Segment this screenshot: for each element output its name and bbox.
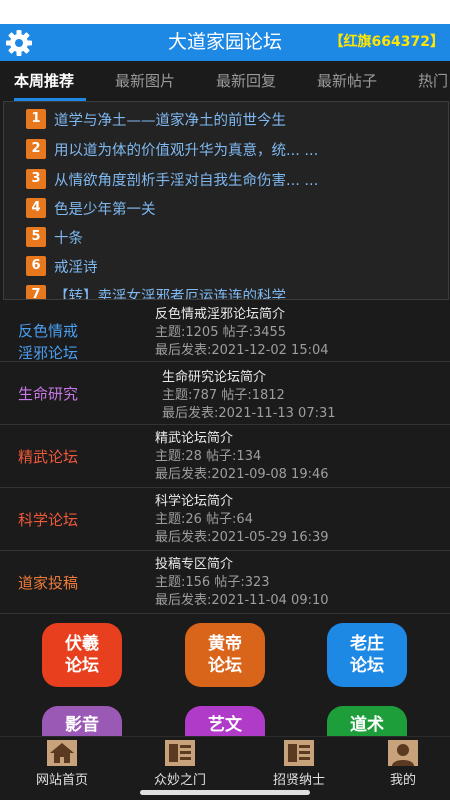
list-item[interactable]: 4 色是少年第一关 <box>26 194 446 222</box>
forum-intro: 精武论坛简介 <box>155 431 234 446</box>
status-bar <box>0 0 450 24</box>
list-item[interactable]: 1 道学与净土——道家净土的前世今生 <box>26 105 446 133</box>
grid-label: 伏羲 <box>65 634 99 654</box>
forum-last-post: 最后发表:2021-11-04 09:10 <box>155 593 329 608</box>
grid-label: 影音 <box>65 715 99 735</box>
forum-row[interactable]: 反色情戒 淫邪论坛 反色情戒淫邪论坛简介 主题:1205 帖子:3455 最后发… <box>0 300 450 362</box>
tab-latest-replies[interactable]: 最新回复 <box>216 61 276 101</box>
forum-stats: 主题:156 帖子:323 <box>155 575 270 590</box>
rank-badge: 5 <box>26 227 46 247</box>
grid-label: 黄帝 <box>208 634 242 654</box>
forum-intro: 投稿专区简介 <box>155 557 234 572</box>
app-bar: 大道家园论坛 【红旗664372】 <box>0 24 450 61</box>
rank-badge: 3 <box>26 169 46 189</box>
forum-name[interactable]: 科学论坛 <box>18 509 78 531</box>
laozhuang-forum-button[interactable]: 老庄 论坛 <box>327 623 407 687</box>
rank-badge: 6 <box>26 256 46 276</box>
forum-name[interactable]: 反色情戒 淫邪论坛 <box>18 320 78 364</box>
forum-info: 科学论坛简介 主题:26 帖子:64 最后发表:2021-05-29 16:39 <box>155 493 329 547</box>
forum-info: 精武论坛简介 主题:28 帖子:134 最后发表:2021-09-08 19:4… <box>155 430 329 484</box>
nav-label: 我的 <box>389 773 416 788</box>
nav-home[interactable]: 网站首页 <box>17 739 107 791</box>
rank-badge: 2 <box>26 139 46 159</box>
bottom-nav: 网站首页 众妙之门 招贤纳士 我的 <box>0 736 450 790</box>
home-indicator <box>140 790 310 795</box>
forum-intro: 反色情戒淫邪论坛简介 <box>155 307 286 322</box>
forum-last-post: 最后发表:2021-11-13 07:31 <box>162 406 336 421</box>
forum-last-post: 最后发表:2021-12-02 15:04 <box>155 343 329 358</box>
forum-row[interactable]: 道家投稿 投稿专区简介 主题:156 帖子:323 最后发表:2021-11-0… <box>0 552 450 614</box>
grid-label: 艺文 <box>208 715 242 735</box>
grid-label: 论坛 <box>65 656 99 676</box>
forum-name-line: 反色情戒 <box>18 322 79 340</box>
forum-row[interactable]: 生命研究 生命研究论坛简介 主题:787 帖子:1812 最后发表:2021-1… <box>0 363 450 425</box>
rank-badge: 1 <box>26 109 46 129</box>
rank-badge: 4 <box>26 198 46 218</box>
hot-post-list: 1 道学与净土——道家净土的前世今生 2 用以道为体的价值观升华为真意，统...… <box>3 101 449 300</box>
list-item[interactable]: 6 戒淫诗 <box>26 252 446 280</box>
grid-label: 论坛 <box>350 656 384 676</box>
forum-intro: 科学论坛简介 <box>155 494 234 509</box>
forum-stats: 主题:787 帖子:1812 <box>162 388 285 403</box>
forum-row[interactable]: 精武论坛 精武论坛简介 主题:28 帖子:134 最后发表:2021-09-08… <box>0 426 450 488</box>
list-item[interactable]: 2 用以道为体的价值观升华为真意，统... ... <box>26 135 446 163</box>
grid-label: 老庄 <box>350 634 384 654</box>
forum-stats: 主题:26 帖子:64 <box>155 512 253 527</box>
post-title[interactable]: 用以道为体的价值观升华为真意，统... ... <box>54 139 318 160</box>
list-item[interactable]: 7 【转】卖淫女淫邪者厄运连连的科学... ... <box>26 281 446 300</box>
grid-label: 道术 <box>350 715 384 735</box>
forum-last-post: 最后发表:2021-09-08 19:46 <box>155 467 329 482</box>
huangdi-forum-button[interactable]: 黄帝 论坛 <box>185 623 265 687</box>
home-icon <box>47 740 77 766</box>
tab-hot[interactable]: 热门 <box>418 61 448 101</box>
forum-last-post: 最后发表:2021-05-29 16:39 <box>155 530 329 545</box>
post-title[interactable]: 从情欲角度剖析手淫对自我生命伤害... ... <box>54 169 318 190</box>
post-title[interactable]: 道学与净土——道家净土的前世今生 <box>54 109 286 130</box>
forum-info: 生命研究论坛简介 主题:787 帖子:1812 最后发表:2021-11-13 … <box>162 369 336 423</box>
user-badge[interactable]: 【红旗664372】 <box>330 24 444 61</box>
forum-row[interactable]: 科学论坛 科学论坛简介 主题:26 帖子:64 最后发表:2021-05-29 … <box>0 489 450 551</box>
grid-label: 论坛 <box>208 656 242 676</box>
fuxi-forum-button[interactable]: 伏羲 论坛 <box>42 623 122 687</box>
forum-info: 反色情戒淫邪论坛简介 主题:1205 帖子:3455 最后发表:2021-12-… <box>155 306 329 360</box>
forum-stats: 主题:1205 帖子:3455 <box>155 325 287 340</box>
tab-weekly-recommend[interactable]: 本周推荐 <box>14 61 74 101</box>
nav-label: 网站首页 <box>35 773 88 788</box>
post-title[interactable]: 色是少年第一关 <box>54 198 156 219</box>
tab-bar: 本周推荐 最新图片 最新回复 最新帖子 热门 <box>0 61 450 101</box>
tab-latest-images[interactable]: 最新图片 <box>115 61 175 101</box>
document-icon <box>165 740 195 766</box>
forum-intro: 生命研究论坛简介 <box>162 370 267 385</box>
nav-zhaoxian[interactable]: 招贤纳士 <box>254 739 344 791</box>
nav-mine[interactable]: 我的 <box>358 739 448 791</box>
post-title[interactable]: 【转】卖淫女淫邪者厄运连连的科学... ... <box>54 285 318 300</box>
forum-name[interactable]: 生命研究 <box>18 383 78 405</box>
forum-stats: 主题:28 帖子:134 <box>155 449 262 464</box>
nav-label: 众妙之门 <box>153 773 206 788</box>
document-icon <box>284 740 314 766</box>
forum-name-line: 淫邪论坛 <box>18 344 79 362</box>
post-title[interactable]: 十条 <box>54 227 83 248</box>
forum-name[interactable]: 道家投稿 <box>18 572 78 594</box>
nav-zhongmiao[interactable]: 众妙之门 <box>135 739 225 791</box>
forum-name[interactable]: 精武论坛 <box>18 446 78 468</box>
person-icon <box>388 740 418 766</box>
forum-info: 投稿专区简介 主题:156 帖子:323 最后发表:2021-11-04 09:… <box>155 556 329 610</box>
list-item[interactable]: 3 从情欲角度剖析手淫对自我生命伤害... ... <box>26 165 446 193</box>
list-item[interactable]: 5 十条 <box>26 223 446 251</box>
nav-label: 招贤纳士 <box>272 773 325 788</box>
rank-badge: 7 <box>26 285 46 299</box>
tab-latest-posts[interactable]: 最新帖子 <box>317 61 377 101</box>
post-title[interactable]: 戒淫诗 <box>54 256 98 277</box>
